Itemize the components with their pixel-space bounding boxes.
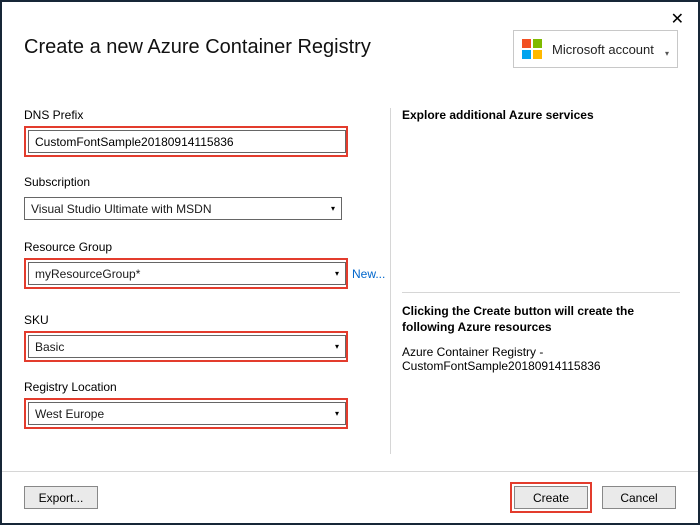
chevron-down-icon: ▾ bbox=[335, 409, 339, 418]
create-button-highlight: Create bbox=[510, 482, 592, 513]
subscription-value: Visual Studio Ultimate with MSDN bbox=[31, 202, 212, 216]
page-title: Create a new Azure Container Registry bbox=[24, 36, 371, 59]
sku-value: Basic bbox=[35, 340, 64, 354]
account-label: Microsoft account bbox=[552, 42, 654, 57]
vertical-divider bbox=[390, 108, 391, 454]
explore-heading: Explore additional Azure services bbox=[402, 108, 680, 122]
location-select[interactable]: West Europe ▾ bbox=[28, 402, 346, 425]
microsoft-logo-icon bbox=[522, 39, 542, 59]
dns-prefix-label: DNS Prefix bbox=[24, 108, 369, 122]
resource-group-select[interactable]: myResourceGroup* ▾ bbox=[28, 262, 346, 285]
location-highlight: West Europe ▾ bbox=[24, 398, 348, 429]
create-subheading: Clicking the Create button will create t… bbox=[402, 303, 680, 335]
cancel-button[interactable]: Cancel bbox=[602, 486, 676, 509]
location-label: Registry Location bbox=[24, 380, 369, 394]
dns-prefix-input[interactable] bbox=[28, 130, 346, 153]
chevron-down-icon: ▾ bbox=[665, 41, 669, 58]
sku-label: SKU bbox=[24, 313, 369, 327]
info-divider bbox=[402, 292, 680, 293]
create-button[interactable]: Create bbox=[514, 486, 588, 509]
chevron-down-icon: ▾ bbox=[331, 204, 335, 213]
footer-bar: Export... Create Cancel bbox=[2, 471, 698, 523]
close-icon[interactable]: ✕ bbox=[671, 12, 684, 28]
resource-summary-line: Azure Container Registry - CustomFontSam… bbox=[402, 345, 680, 373]
chevron-down-icon: ▾ bbox=[335, 269, 339, 278]
dns-prefix-highlight bbox=[24, 126, 348, 157]
form-panel: DNS Prefix Subscription Visual Studio Ul… bbox=[24, 102, 369, 447]
resource-group-highlight: myResourceGroup* ▾ bbox=[24, 258, 348, 289]
resource-group-value: myResourceGroup* bbox=[35, 267, 140, 281]
subscription-select[interactable]: Visual Studio Ultimate with MSDN ▾ bbox=[24, 197, 342, 220]
sku-select[interactable]: Basic ▾ bbox=[28, 335, 346, 358]
export-button[interactable]: Export... bbox=[24, 486, 98, 509]
subscription-label: Subscription bbox=[24, 175, 369, 189]
chevron-down-icon: ▾ bbox=[335, 342, 339, 351]
account-dropdown[interactable]: Microsoft account ▾ bbox=[513, 30, 678, 68]
resource-group-label: Resource Group bbox=[24, 240, 369, 254]
info-panel: Explore additional Azure services Clicki… bbox=[402, 108, 680, 373]
location-value: West Europe bbox=[35, 407, 104, 421]
new-resource-group-link[interactable]: New... bbox=[352, 267, 385, 281]
sku-highlight: Basic ▾ bbox=[24, 331, 348, 362]
